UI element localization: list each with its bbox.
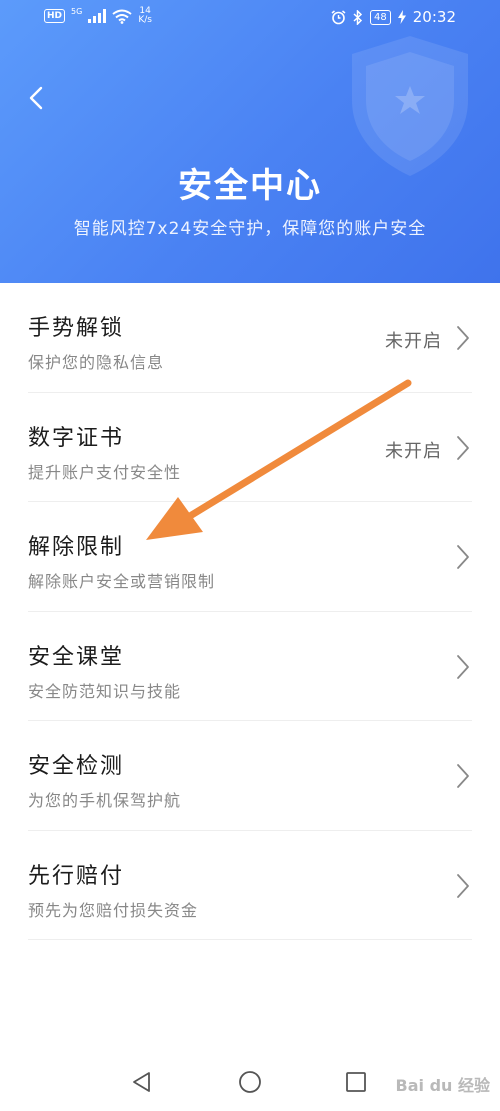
status-left: HD 5G 14 K/s [44, 7, 152, 25]
triangle-back-icon [133, 1072, 150, 1092]
item-title: 安全检测 [28, 754, 125, 779]
chevron-right-icon [457, 545, 469, 569]
clock: 20:32 [412, 8, 456, 26]
status-right: 48 20:32 [331, 8, 456, 26]
chevron-left-icon [29, 86, 43, 110]
item-description: 安全防范知识与技能 [28, 681, 182, 701]
item-status: 未开启 [385, 331, 442, 352]
chevron-right-icon [457, 654, 469, 679]
item-description: 解除账户安全或营销限制 [28, 572, 216, 591]
watermark: Bai du 经验 [395, 1076, 490, 1095]
nav-back-button[interactable] [128, 1068, 156, 1096]
chevron-right-icon [457, 326, 469, 350]
item-status: 未开启 [385, 440, 442, 462]
bluetooth-icon [353, 9, 363, 25]
item-title: 安全课堂 [28, 644, 125, 670]
list-item-security-check[interactable]: 安全检测 为您的手机保驾护航 [0, 721, 500, 831]
header: HD 5G 14 K/s 48 20:32 安全中心 智能风控7x24安全守护，… [0, 0, 500, 283]
network-type: 5G [71, 6, 83, 16]
battery-level: 48 [370, 9, 391, 25]
speed-unit: K/s [138, 15, 152, 25]
list-item-digital-certificate[interactable]: 数字证书 提升账户支付安全性 未开启 [0, 393, 500, 503]
list-item-remove-restrictions[interactable]: 解除限制 解除账户安全或营销限制 [0, 502, 500, 612]
square-recents-icon [346, 1072, 366, 1092]
chevron-right-icon [457, 435, 469, 460]
security-list: 手势解锁 保护您的隐私信息 未开启 数字证书 提升账户支付安全性 未开启 解除限… [0, 283, 500, 940]
signal-icon [88, 9, 107, 23]
item-description: 提升账户支付安全性 [28, 462, 182, 482]
chevron-right-icon [457, 764, 469, 788]
chevron-right-icon [457, 873, 469, 898]
item-title: 手势解锁 [28, 316, 125, 341]
item-title: 先行赔付 [28, 863, 125, 889]
list-item-gesture-unlock[interactable]: 手势解锁 保护您的隐私信息 未开启 [0, 283, 500, 393]
page-subtitle: 智能风控7x24安全守护，保障您的账户安全 [73, 219, 427, 239]
network-speed: 14 K/s [138, 7, 152, 25]
item-description: 预先为您赔付损失资金 [28, 900, 199, 920]
circle-home-icon [239, 1071, 261, 1093]
item-title: 解除限制 [28, 535, 125, 560]
item-title: 数字证书 [28, 425, 125, 451]
status-bar: HD 5G 14 K/s 48 20:32 [0, 0, 500, 34]
nav-recents-button[interactable] [342, 1068, 370, 1096]
alarm-icon [331, 9, 346, 24]
hd-badge: HD [44, 9, 66, 23]
back-button[interactable] [22, 82, 50, 114]
wifi-icon [112, 9, 132, 24]
list-item-advance-compensation[interactable]: 先行赔付 预先为您赔付损失资金 [0, 831, 500, 941]
page-title: 安全中心 [178, 166, 322, 206]
navigation-bar: Bai du 经验 [0, 1050, 500, 1111]
charging-icon [397, 10, 406, 24]
nav-home-button[interactable] [236, 1068, 264, 1096]
item-description: 保护您的隐私信息 [28, 353, 165, 372]
item-description: 为您的手机保驾护航 [28, 791, 182, 810]
list-item-security-classroom[interactable]: 安全课堂 安全防范知识与技能 [0, 612, 500, 722]
